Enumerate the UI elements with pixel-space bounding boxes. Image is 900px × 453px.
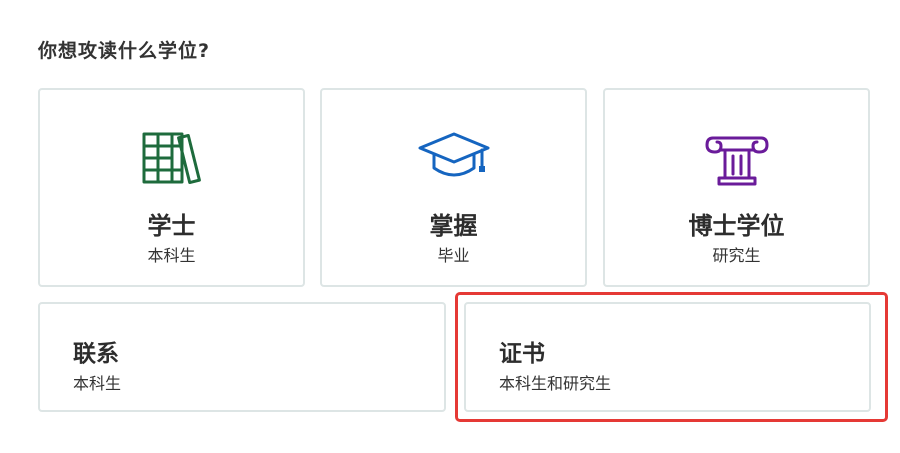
degree-card-title: 证书 xyxy=(499,341,545,367)
degree-card-bachelor[interactable]: 学士 本科生 xyxy=(38,88,305,287)
degree-card-master[interactable]: 掌握 毕业 xyxy=(320,88,587,287)
degree-card-subtitle: 毕业 xyxy=(437,246,470,265)
degree-card-title: 联系 xyxy=(73,341,119,367)
degree-card-subtitle: 本科生 xyxy=(73,374,122,393)
degree-card-doctorate[interactable]: 博士学位 研究生 xyxy=(603,88,870,287)
degree-card-subtitle: 研究生 xyxy=(712,246,761,265)
degree-card-certificate[interactable]: 证书 本科生和研究生 xyxy=(464,302,871,412)
degree-card-title: 博士学位 xyxy=(688,212,785,240)
degree-card-title: 学士 xyxy=(147,212,196,240)
books-icon xyxy=(132,130,212,190)
graduation-cap-icon xyxy=(414,130,494,190)
degree-question: 你想攻读什么学位? xyxy=(38,40,211,62)
degree-card-title: 掌握 xyxy=(429,212,478,240)
degree-card-subtitle: 本科生和研究生 xyxy=(499,374,612,393)
degree-card-subtitle: 本科生 xyxy=(147,246,196,265)
degree-card-associate[interactable]: 联系 本科生 xyxy=(38,302,446,412)
column-icon xyxy=(697,130,777,190)
